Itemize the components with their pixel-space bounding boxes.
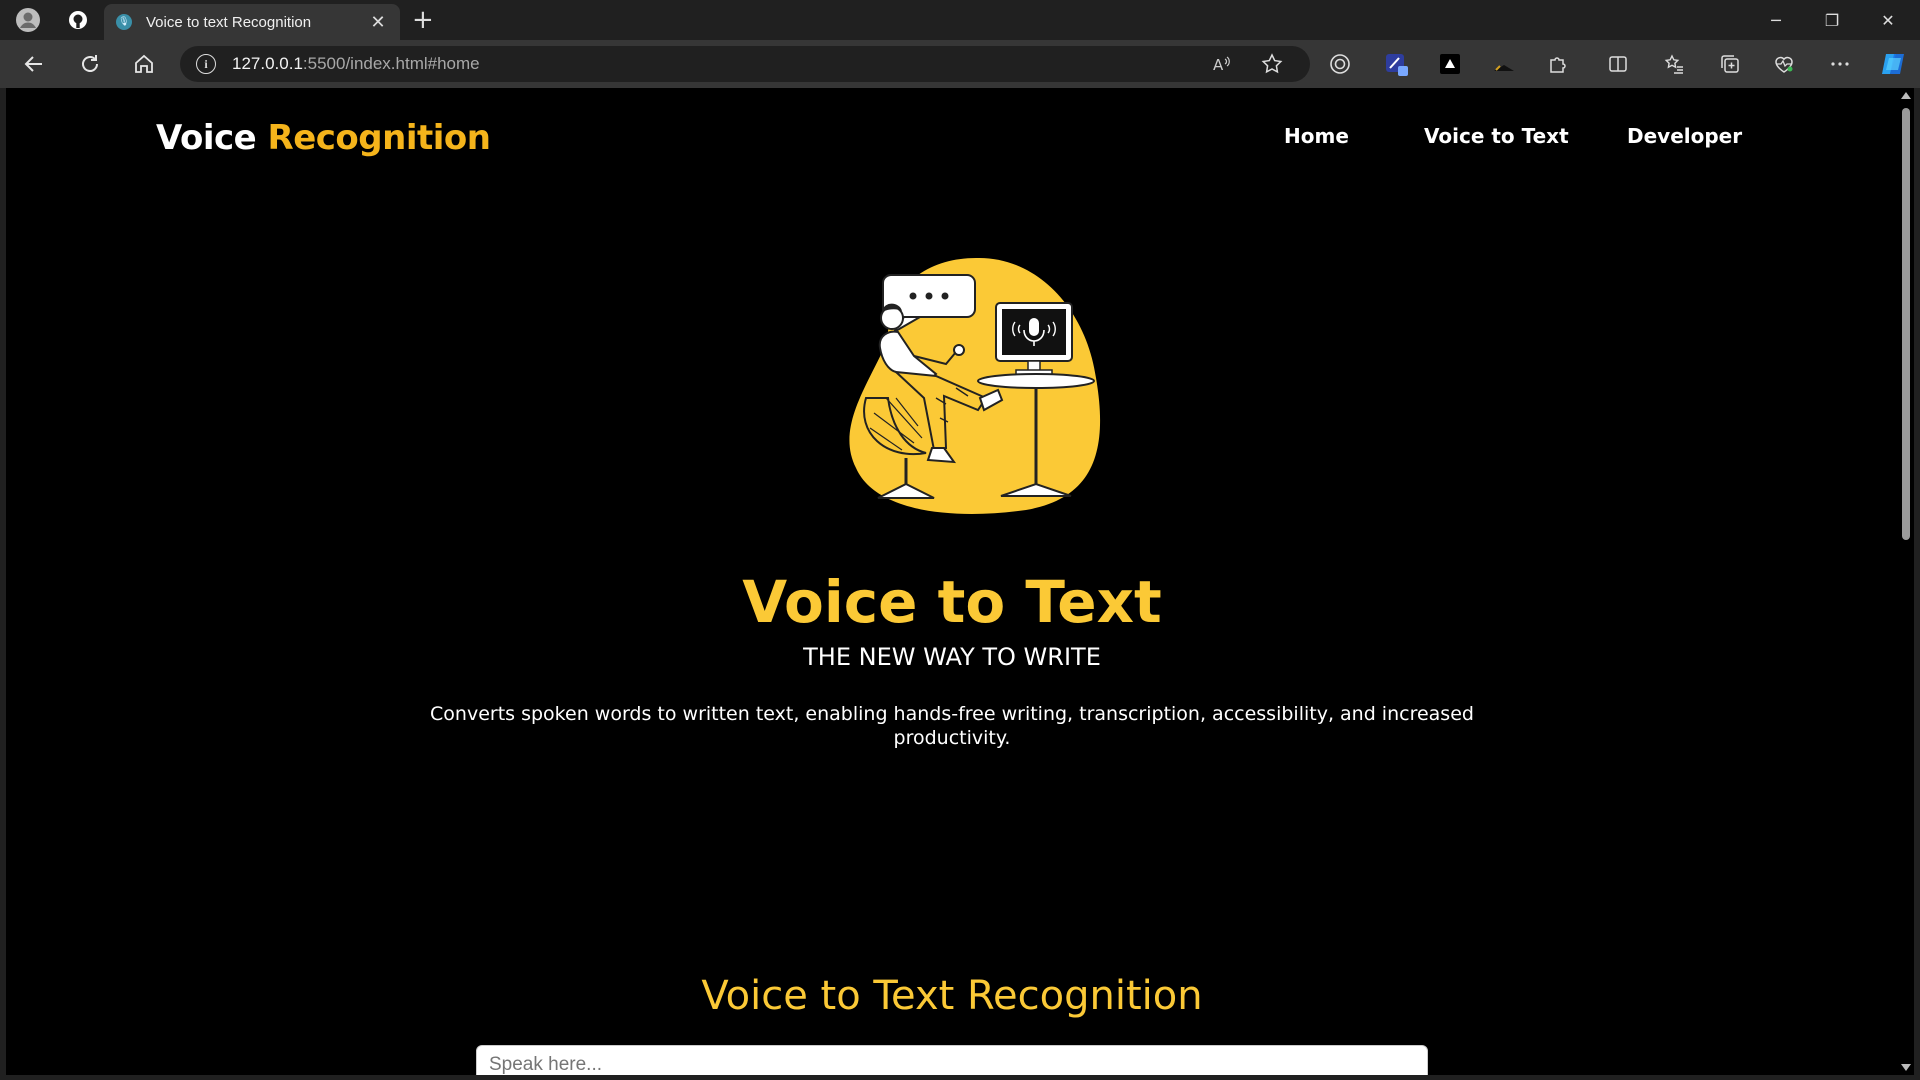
- browser-titlebar: 🎙 Voice to text Recognition ✕ + ─ ❐ ✕: [0, 0, 1920, 40]
- read-aloud-icon[interactable]: A: [1208, 50, 1236, 78]
- brand-recognition: Recognition: [267, 118, 491, 158]
- browser-toolbar: i 127.0.0.1:5500/index.html#home A: [0, 40, 1920, 88]
- home-icon[interactable]: [126, 48, 162, 80]
- speech-text-input[interactable]: [476, 1045, 1428, 1075]
- favorite-star-icon[interactable]: [1258, 50, 1286, 78]
- nav-developer[interactable]: Developer: [1627, 124, 1742, 148]
- nav-voice-to-text[interactable]: Voice to Text: [1424, 124, 1569, 148]
- extension-record-icon[interactable]: [1326, 50, 1354, 78]
- browser-tab-active[interactable]: 🎙 Voice to text Recognition ✕: [104, 4, 400, 40]
- hero-subtitle: THE NEW WAY TO WRITE: [803, 643, 1101, 671]
- favorites-list-icon[interactable]: [1660, 50, 1688, 78]
- site-info-icon[interactable]: i: [196, 54, 216, 74]
- refresh-icon[interactable]: [72, 48, 108, 80]
- url-host: 127.0.0.1: [232, 54, 303, 73]
- close-window-button[interactable]: ✕: [1860, 0, 1916, 40]
- nav-home[interactable]: Home: [1284, 124, 1349, 148]
- hero-illustration: [849, 257, 1101, 514]
- minimize-button[interactable]: ─: [1748, 0, 1804, 40]
- svg-text:A: A: [1213, 56, 1224, 74]
- window-bottom-edge: [0, 1075, 1920, 1080]
- hero-title: Voice to Text: [742, 568, 1162, 636]
- new-tab-button[interactable]: +: [412, 4, 434, 36]
- brand-voice: Voice: [156, 118, 268, 158]
- back-arrow-icon[interactable]: [16, 48, 52, 80]
- hero-description: Converts spoken words to written text, e…: [430, 703, 1474, 749]
- scroll-thumb[interactable]: [1902, 108, 1910, 540]
- section-title: Voice to Text Recognition: [701, 973, 1203, 1019]
- restore-button[interactable]: ❐: [1804, 0, 1860, 40]
- extensions-puzzle-icon[interactable]: [1544, 50, 1572, 78]
- scroll-up-arrow-icon[interactable]: [1901, 92, 1911, 99]
- page-viewport: Voice Recognition Home Voice to Text Dev…: [6, 88, 1898, 1075]
- extension-vercel-icon[interactable]: [1436, 50, 1464, 78]
- extension-dark-icon[interactable]: [1490, 50, 1518, 78]
- url-path: :5500/index.html#home: [302, 54, 480, 73]
- split-screen-icon[interactable]: [1604, 50, 1632, 78]
- performance-heart-icon[interactable]: [1770, 50, 1798, 78]
- address-bar[interactable]: i 127.0.0.1:5500/index.html#home: [180, 46, 1310, 82]
- site-logo[interactable]: Voice Recognition: [156, 118, 491, 158]
- scroll-down-arrow-icon[interactable]: [1901, 1064, 1911, 1071]
- page-scrollbar[interactable]: [1898, 88, 1914, 1075]
- profile-avatar-icon[interactable]: [14, 6, 42, 34]
- copilot-icon[interactable]: [1880, 50, 1908, 78]
- more-options-icon[interactable]: [1826, 50, 1854, 78]
- extension-colorpicker-icon[interactable]: [1382, 50, 1410, 78]
- github-icon[interactable]: [64, 6, 92, 34]
- tab-favicon-icon: 🎙: [116, 14, 132, 30]
- tab-close-icon[interactable]: ✕: [368, 12, 388, 33]
- collections-icon[interactable]: [1716, 50, 1744, 78]
- tab-title: Voice to text Recognition: [146, 13, 312, 31]
